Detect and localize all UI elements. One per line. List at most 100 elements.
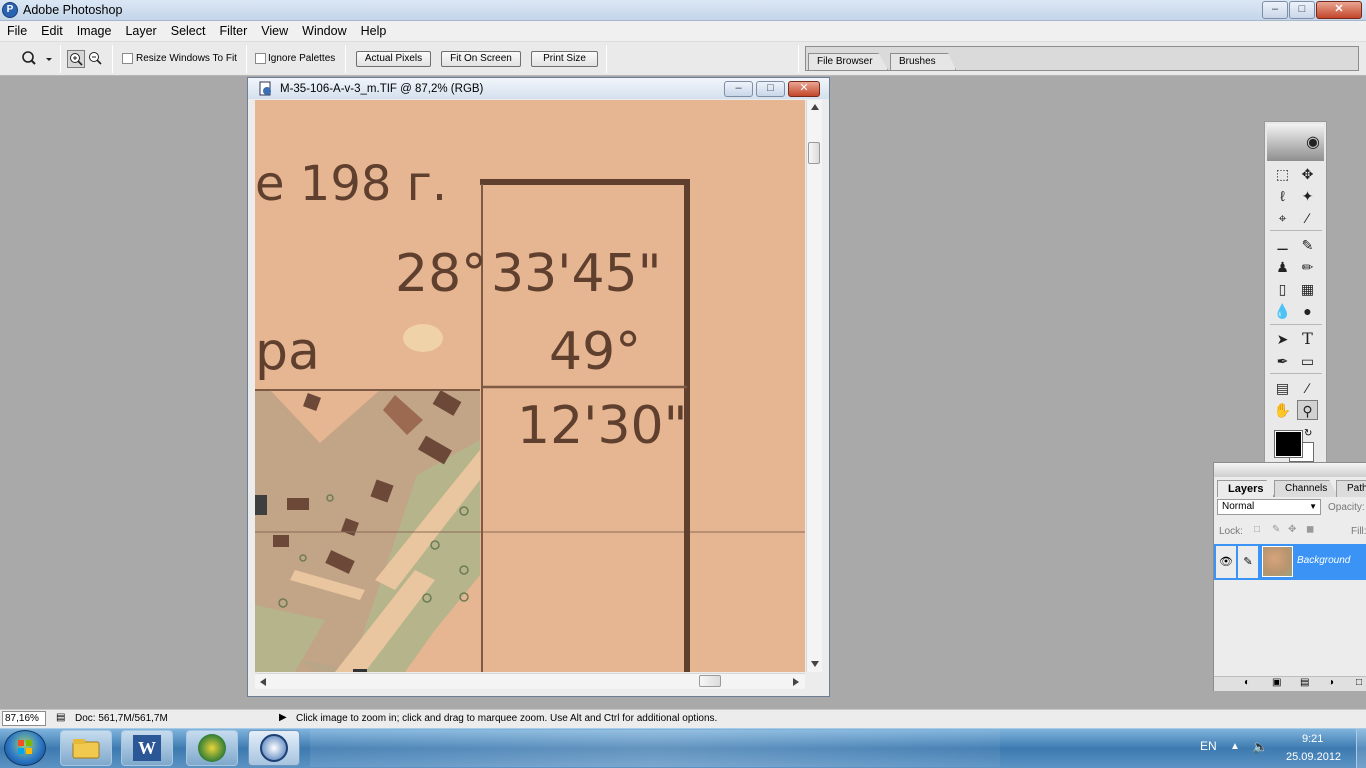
tab-paths[interactable]: Paths (1336, 480, 1366, 497)
fit-on-screen-button[interactable]: Fit On Screen (441, 51, 521, 67)
eye-feather-icon[interactable]: ◉ (1267, 124, 1324, 161)
layers-palette-titlebar[interactable] (1214, 463, 1366, 477)
options-separator (60, 45, 61, 73)
menu-edit[interactable]: Edit (34, 21, 70, 42)
path-selection-tool-icon[interactable]: ➤ (1272, 329, 1293, 349)
doc-minimize-button[interactable]: – (724, 81, 753, 97)
close-button[interactable]: ✕ (1316, 1, 1362, 19)
lasso-tool-icon[interactable]: ℓ (1272, 186, 1293, 206)
move-tool-icon[interactable]: ✥ (1297, 164, 1318, 184)
zoom-level-field[interactable]: 87,16% (2, 711, 46, 726)
tab-channels[interactable]: Channels (1274, 480, 1339, 497)
healing-brush-tool-icon[interactable]: ⚊ (1272, 235, 1293, 255)
windows-logo-icon (18, 740, 32, 754)
zoom-tool-icon[interactable]: ⚲ (1297, 400, 1318, 420)
image-canvas[interactable]: е 198 г. 28° 33'45" 49° 12'30" ра (255, 100, 805, 672)
layer-style-icon[interactable]: ◐ (1244, 677, 1250, 688)
menu-help[interactable]: Help (354, 21, 394, 42)
taskbar-app-button[interactable] (186, 730, 238, 766)
foreground-color-swatch[interactable] (1274, 430, 1303, 458)
gradient-tool-icon[interactable]: ▦ (1297, 279, 1318, 299)
fill-label: Fill: (1351, 526, 1366, 537)
volume-icon[interactable]: 🔈 (1252, 739, 1268, 755)
ignore-palettes-checkbox[interactable] (255, 53, 266, 64)
lock-all-icon[interactable]: ◼ (1306, 524, 1314, 535)
lock-transparency-icon[interactable]: □ (1254, 524, 1260, 535)
menu-layer[interactable]: Layer (118, 21, 163, 42)
horizontal-scroll-thumb[interactable] (699, 675, 721, 687)
show-desktop-button[interactable] (1356, 729, 1366, 768)
status-menu-arrow-icon[interactable]: ▶ (279, 712, 287, 723)
clone-stamp-tool-icon[interactable]: ♟ (1272, 257, 1293, 277)
hand-tool-icon[interactable]: ✋ (1272, 400, 1293, 420)
tray-expand-icon[interactable]: ▲ (1230, 741, 1240, 752)
language-indicator[interactable]: EN (1200, 739, 1217, 753)
clock-time[interactable]: 9:21 (1302, 733, 1323, 745)
tools-palette: ◉ ⬚ ✥ ℓ ✦ ⌖ ∕ ⚊ ✎ ♟ ✏ ▯ ▦ 💧 ● ➤ T ✒ ▭ ▤ … (1264, 121, 1327, 463)
eraser-tool-icon[interactable]: ▯ (1272, 279, 1293, 299)
menu-file[interactable]: File (0, 21, 34, 42)
menu-window[interactable]: Window (295, 21, 353, 42)
vertical-scrollbar[interactable] (806, 100, 822, 672)
tab-layers[interactable]: Layers (1217, 480, 1275, 497)
menu-select[interactable]: Select (164, 21, 213, 42)
eyedropper-tool-icon[interactable]: ∕ (1297, 378, 1318, 398)
tab-brushes[interactable]: Brushes (890, 53, 956, 70)
menu-image[interactable]: Image (70, 21, 119, 42)
slice-tool-icon[interactable]: ∕ (1297, 208, 1318, 228)
taskbar-explorer-button[interactable] (60, 730, 112, 766)
tools-separator (1270, 230, 1322, 231)
tab-file-browser[interactable]: File Browser (808, 53, 888, 70)
map-latitude-degrees: 49° (549, 322, 642, 382)
shape-tool-icon[interactable]: ▭ (1297, 351, 1318, 371)
blur-tool-icon[interactable]: 💧 (1272, 301, 1293, 321)
layer-visibility-eye-icon[interactable]: 👁 (1216, 546, 1236, 578)
zoom-in-button[interactable] (67, 50, 85, 68)
new-group-icon[interactable]: ▤ (1300, 677, 1309, 688)
start-button[interactable] (4, 730, 46, 766)
taskbar-word-button[interactable]: W (121, 730, 173, 766)
doc-maximize-button[interactable]: □ (756, 81, 785, 97)
blend-mode-select[interactable]: Normal ▼ (1217, 499, 1321, 515)
history-brush-tool-icon[interactable]: ✏ (1297, 257, 1318, 277)
dodge-tool-icon[interactable]: ● (1297, 301, 1318, 321)
maximize-button[interactable]: □ (1289, 1, 1315, 19)
app-icon (198, 734, 226, 762)
zoom-in-icon (70, 53, 83, 66)
resize-windows-checkbox[interactable] (122, 53, 133, 64)
vertical-scroll-thumb[interactable] (808, 142, 820, 164)
layer-brush-icon[interactable]: ✎ (1238, 546, 1258, 578)
horizontal-scrollbar[interactable] (255, 673, 805, 689)
crop-tool-icon[interactable]: ⌖ (1272, 208, 1293, 228)
doc-close-button[interactable]: ✕ (788, 81, 820, 97)
type-tool-icon[interactable]: T (1297, 329, 1318, 349)
adjustment-layer-icon[interactable]: ◑ (1328, 677, 1334, 688)
magic-wand-tool-icon[interactable]: ✦ (1297, 186, 1318, 206)
brush-tool-icon[interactable]: ✎ (1297, 235, 1318, 255)
new-layer-icon[interactable]: □ (1356, 677, 1362, 688)
resize-windows-label: Resize Windows To Fit (136, 53, 237, 64)
swap-colors-icon[interactable]: ↻ (1304, 428, 1312, 439)
pen-tool-icon[interactable]: ✒ (1272, 351, 1293, 371)
document-title: M-35-106-A-v-3_m.TIF @ 87,2% (RGB) (280, 82, 484, 95)
notes-tool-icon[interactable]: ▤ (1272, 378, 1293, 398)
menu-view[interactable]: View (254, 21, 295, 42)
marquee-tool-icon[interactable]: ⬚ (1272, 164, 1293, 184)
clock-date[interactable]: 25.09.2012 (1286, 751, 1341, 763)
taskbar-photoshop-button[interactable] (248, 730, 300, 766)
blend-mode-value: Normal (1222, 501, 1255, 512)
lock-label: Lock: (1219, 526, 1243, 537)
document-icon (259, 81, 271, 95)
tool-preset-picker[interactable] (20, 50, 52, 68)
actual-pixels-button[interactable]: Actual Pixels (356, 51, 431, 67)
minimize-button[interactable]: – (1262, 1, 1288, 19)
map-latitude-minutes: 12'30" (517, 396, 688, 456)
print-size-button[interactable]: Print Size (531, 51, 598, 67)
explorer-icon (72, 739, 100, 759)
lock-image-icon[interactable]: ✎ (1272, 524, 1280, 535)
lock-position-icon[interactable]: ✥ (1288, 524, 1296, 535)
menu-filter[interactable]: Filter (212, 21, 254, 42)
scroll-up-icon (811, 104, 819, 110)
layer-mask-icon[interactable]: ▣ (1272, 677, 1281, 688)
zoom-out-button[interactable] (87, 50, 105, 68)
